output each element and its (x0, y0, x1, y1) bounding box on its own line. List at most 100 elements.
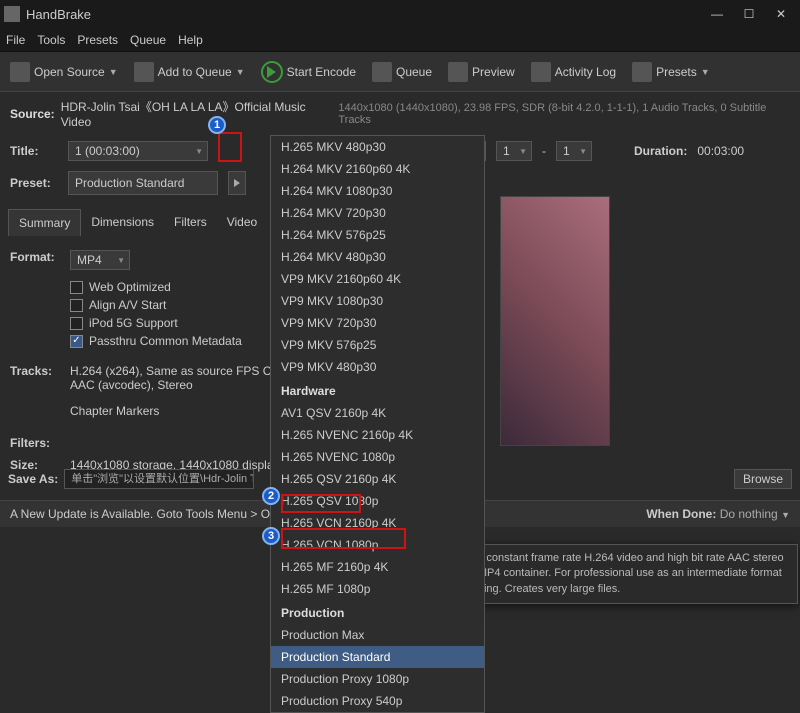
source-label: Source: (10, 107, 55, 121)
update-message: A New Update is Available. Goto Tools Me… (10, 507, 289, 521)
activity-label: Activity Log (555, 65, 616, 79)
preset-item[interactable]: H.264 MKV 1080p30 (271, 180, 484, 202)
passthru-metadata-checkbox[interactable]: ✓ (70, 335, 83, 348)
tracks-label: Tracks: (10, 364, 56, 378)
start-encode-button[interactable]: Start Encode (255, 57, 362, 87)
preset-select[interactable]: Production Standard (68, 171, 218, 195)
add-queue-label: Add to Queue (158, 65, 232, 79)
open-source-label: Open Source (34, 65, 105, 79)
preset-item[interactable]: VP9 MKV 480p30 (271, 356, 484, 378)
save-path-input[interactable]: 单击"浏览"以设置默认位置\Hdr-Jolin Tsai《Oh La (64, 469, 254, 489)
source-meta: 1440x1080 (1440x1080), 23.98 FPS, SDR (8… (338, 102, 790, 126)
range-to-select[interactable]: 1▼ (556, 141, 592, 161)
align-av-checkbox[interactable] (70, 299, 83, 312)
preview-button[interactable]: Preview (442, 58, 521, 86)
minimize-button[interactable]: — (702, 2, 732, 26)
preset-item[interactable]: Production Max (271, 624, 484, 646)
source-row: Source: HDR-Jolin Tsai《OH LA LA LA》Offic… (0, 92, 800, 135)
open-source-button[interactable]: Open Source ▼ (4, 58, 124, 86)
annotation-3: 3 (262, 527, 280, 545)
menu-presets[interactable]: Presets (77, 33, 118, 47)
browse-button[interactable]: Browse (734, 469, 792, 489)
menubar: File Tools Presets Queue Help (0, 28, 800, 52)
when-done-value: Do nothing (720, 507, 778, 521)
open-source-icon (10, 62, 30, 82)
queue-label: Queue (396, 65, 432, 79)
preset-item[interactable]: Production Proxy 1080p (271, 668, 484, 690)
preset-flyout-menu: H.265 MKV 480p30H.264 MKV 2160p60 4KH.26… (270, 135, 485, 713)
tab-summary[interactable]: Summary (8, 209, 81, 236)
menu-queue[interactable]: Queue (130, 33, 166, 47)
presets-label: Presets (656, 65, 697, 79)
preset-item[interactable]: H.265 NVENC 1080p (271, 446, 484, 468)
maximize-button[interactable]: ☐ (734, 2, 764, 26)
when-done-select[interactable]: Do nothing ▼ (720, 507, 790, 521)
preset-item[interactable]: H.265 MF 2160p 4K (271, 556, 484, 578)
tab-dimensions[interactable]: Dimensions (81, 209, 164, 236)
web-optimized-label: Web Optimized (89, 280, 171, 294)
format-value: MP4 (77, 253, 102, 267)
menu-help[interactable]: Help (178, 33, 203, 47)
preset-item[interactable]: VP9 MKV 576p25 (271, 334, 484, 356)
ipod-5g-label: iPod 5G Support (89, 316, 178, 330)
tracks-line-1: H.264 (x264), Same as source FPS CFR (70, 364, 287, 378)
triangle-right-icon (234, 179, 240, 187)
preset-label: Preset: (10, 176, 58, 190)
chevron-down-icon: ▼ (781, 510, 790, 520)
title-label: Title: (10, 144, 58, 158)
format-select[interactable]: MP4▼ (70, 250, 130, 270)
preset-item[interactable]: VP9 MKV 2160p60 4K (271, 268, 484, 290)
tab-filters[interactable]: Filters (164, 209, 217, 236)
preset-item[interactable]: H.265 VCN 2160p 4K (271, 512, 484, 534)
preset-item[interactable]: H.264 MKV 2160p60 4K (271, 158, 484, 180)
preset-item[interactable]: H.265 MKV 480p30 (271, 136, 484, 158)
web-optimized-checkbox[interactable] (70, 281, 83, 294)
preset-section-production: Production (271, 600, 484, 624)
format-label: Format: (10, 250, 56, 264)
duration-value: 00:03:00 (697, 144, 744, 158)
save-label: Save As: (8, 472, 58, 486)
tab-video[interactable]: Video (217, 209, 267, 236)
add-queue-icon (134, 62, 154, 82)
menu-tools[interactable]: Tools (37, 33, 65, 47)
range-from-select[interactable]: 1▼ (496, 141, 532, 161)
annotation-1: 1 (208, 116, 226, 134)
preset-item[interactable]: H.265 NVENC 2160p 4K (271, 424, 484, 446)
tracks-line-2: AAC (avcodec), Stereo (70, 378, 287, 392)
activity-log-button[interactable]: Activity Log (525, 58, 622, 86)
preset-item[interactable]: H.264 MKV 720p30 (271, 202, 484, 224)
ipod-5g-checkbox[interactable] (70, 317, 83, 330)
preset-value: Production Standard (75, 176, 184, 190)
preset-item[interactable]: H.265 QSV 1080p (271, 490, 484, 512)
queue-button[interactable]: Queue (366, 58, 438, 86)
presets-button[interactable]: Presets ▼ (626, 58, 716, 86)
check-icon: ✓ (72, 336, 80, 346)
filters-label: Filters: (10, 436, 56, 450)
play-icon (261, 61, 283, 83)
preset-item[interactable]: H.265 QSV 2160p 4K (271, 468, 484, 490)
passthru-metadata-label: Passthru Common Metadata (89, 334, 242, 348)
preset-item[interactable]: Production Proxy 540p (271, 690, 484, 712)
presets-icon (632, 62, 652, 82)
close-button[interactable]: ✕ (766, 2, 796, 26)
annotation-2: 2 (262, 487, 280, 505)
window-titlebar: HandBrake — ☐ ✕ (0, 0, 800, 28)
preset-item[interactable]: H.264 MKV 576p25 (271, 224, 484, 246)
preset-toggle-button[interactable] (228, 171, 246, 195)
app-icon (4, 6, 20, 22)
chevron-down-icon: ▼ (701, 67, 710, 77)
preset-item[interactable]: H.265 VCN 1080p (271, 534, 484, 556)
align-av-label: Align A/V Start (89, 298, 166, 312)
source-file: HDR-Jolin Tsai《OH LA LA LA》Official Musi… (61, 98, 333, 129)
duration-label: Duration: (634, 144, 687, 158)
menu-file[interactable]: File (6, 33, 25, 47)
preset-item[interactable]: H.264 MKV 480p30 (271, 246, 484, 268)
preset-item[interactable]: VP9 MKV 720p30 (271, 312, 484, 334)
preset-item[interactable]: VP9 MKV 1080p30 (271, 290, 484, 312)
add-to-queue-button[interactable]: Add to Queue ▼ (128, 58, 251, 86)
title-select[interactable]: 1 (00:03:00)▼ (68, 141, 208, 161)
preview-icon (448, 62, 468, 82)
window-title: HandBrake (26, 7, 702, 22)
preset-item[interactable]: AV1 QSV 2160p 4K (271, 402, 484, 424)
preset-item[interactable]: Production Standard (271, 646, 484, 668)
